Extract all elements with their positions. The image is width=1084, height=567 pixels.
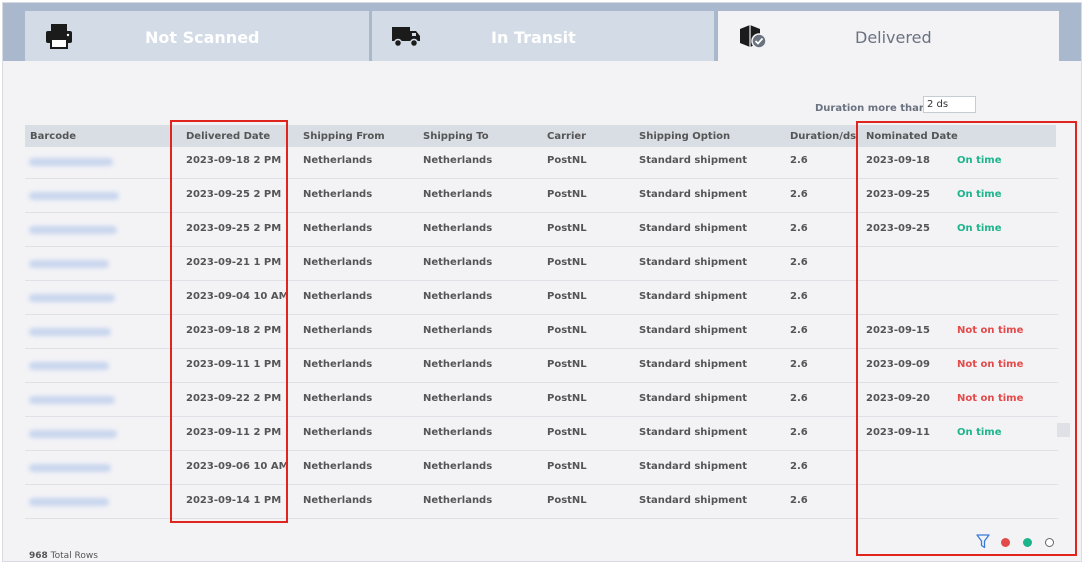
shipping-from-cell: Netherlands — [303, 393, 373, 404]
shipping-to-cell: Netherlands — [423, 461, 493, 472]
barcode-redacted — [29, 430, 117, 438]
total-rows-label: Total Rows — [50, 551, 98, 561]
shipping-option-cell: Standard shipment — [639, 461, 748, 472]
carrier-cell: PostNL — [547, 427, 587, 438]
barcode-redacted — [29, 396, 115, 404]
carrier-cell: PostNL — [547, 189, 587, 200]
barcode-redacted — [29, 362, 109, 370]
shipping-option-cell: Standard shipment — [639, 223, 748, 234]
total-rows: 968 Total Rows — [29, 551, 98, 561]
barcode-redacted — [29, 192, 119, 200]
tab-delivered[interactable]: Delivered — [718, 11, 1059, 61]
duration-cell: 2.6 — [790, 189, 808, 200]
shipping-to-cell: Netherlands — [423, 223, 493, 234]
nominated-date-highlight — [856, 121, 1077, 556]
shipping-option-cell: Standard shipment — [639, 359, 748, 370]
duration-cell: 2.6 — [790, 223, 808, 234]
column-header-shipping-to[interactable]: Shipping To — [423, 131, 489, 142]
carrier-cell: PostNL — [547, 393, 587, 404]
shipping-to-cell: Netherlands — [423, 189, 493, 200]
duration-cell: 2.6 — [790, 257, 808, 268]
tab-label: Delivered — [855, 28, 932, 47]
shipping-from-cell: Netherlands — [303, 257, 373, 268]
shipping-to-cell: Netherlands — [423, 359, 493, 370]
shipping-option-cell: Standard shipment — [639, 257, 748, 268]
duration-cell: 2.6 — [790, 325, 808, 336]
shipping-option-cell: Standard shipment — [639, 427, 748, 438]
column-header-duration[interactable]: Duration/ds — [790, 131, 856, 142]
tab-label: Not Scanned — [145, 28, 260, 47]
duration-cell: 2.6 — [790, 359, 808, 370]
carrier-cell: PostNL — [547, 155, 587, 166]
shipping-to-cell: Netherlands — [423, 495, 493, 506]
duration-cell: 2.6 — [790, 461, 808, 472]
shipping-from-cell: Netherlands — [303, 359, 373, 370]
duration-cell: 2.6 — [790, 495, 808, 506]
duration-cell: 2.6 — [790, 393, 808, 404]
carrier-cell: PostNL — [547, 257, 587, 268]
carrier-cell: PostNL — [547, 495, 587, 506]
carrier-cell: PostNL — [547, 359, 587, 370]
shipping-from-cell: Netherlands — [303, 427, 373, 438]
shipping-option-cell: Standard shipment — [639, 325, 748, 336]
duration-cell: 2.6 — [790, 291, 808, 302]
carrier-cell: PostNL — [547, 223, 587, 234]
barcode-redacted — [29, 158, 113, 166]
carrier-cell: PostNL — [547, 291, 587, 302]
total-rows-count: 968 — [29, 551, 48, 561]
shipping-from-cell: Netherlands — [303, 189, 373, 200]
carrier-cell: PostNL — [547, 461, 587, 472]
barcode-redacted — [29, 328, 111, 336]
shipping-to-cell: Netherlands — [423, 257, 493, 268]
tab-not-scanned[interactable]: Not Scanned — [25, 11, 369, 61]
shipping-option-cell: Standard shipment — [639, 495, 748, 506]
column-header-shipping-option[interactable]: Shipping Option — [639, 131, 730, 142]
barcode-redacted — [29, 260, 109, 268]
shipping-from-cell: Netherlands — [303, 223, 373, 234]
shipping-option-cell: Standard shipment — [639, 189, 748, 200]
duration-cell: 2.6 — [790, 155, 808, 166]
shipping-to-cell: Netherlands — [423, 427, 493, 438]
shipping-option-cell: Standard shipment — [639, 291, 748, 302]
tab-in-transit[interactable]: In Transit — [372, 11, 714, 61]
shipping-option-cell: Standard shipment — [639, 393, 748, 404]
barcode-redacted — [29, 464, 111, 472]
delivered-date-highlight — [170, 120, 288, 523]
box-check-icon — [740, 25, 767, 49]
barcode-redacted — [29, 498, 109, 506]
duration-cell: 2.6 — [790, 427, 808, 438]
shipping-to-cell: Netherlands — [423, 393, 493, 404]
shipping-to-cell: Netherlands — [423, 155, 493, 166]
barcode-redacted — [29, 226, 117, 234]
shipping-from-cell: Netherlands — [303, 291, 373, 302]
truck-icon — [392, 27, 420, 48]
shipping-to-cell: Netherlands — [423, 325, 493, 336]
shipping-from-cell: Netherlands — [303, 495, 373, 506]
column-header-carrier[interactable]: Carrier — [547, 131, 586, 142]
shipping-from-cell: Netherlands — [303, 325, 373, 336]
duration-filter-label: Duration more than — [815, 103, 927, 114]
shipping-from-cell: Netherlands — [303, 461, 373, 472]
shipping-option-cell: Standard shipment — [639, 155, 748, 166]
tab-label: In Transit — [491, 28, 576, 47]
carrier-cell: PostNL — [547, 325, 587, 336]
shipping-to-cell: Netherlands — [423, 291, 493, 302]
printer-icon — [46, 24, 72, 49]
column-header-barcode[interactable]: Barcode — [30, 131, 76, 142]
barcode-redacted — [29, 294, 115, 302]
shipping-from-cell: Netherlands — [303, 155, 373, 166]
duration-filter-input[interactable] — [923, 96, 976, 113]
column-header-shipping-from[interactable]: Shipping From — [303, 131, 385, 142]
tab-bar: Not Scanned In Transit Delivered — [3, 3, 1081, 61]
